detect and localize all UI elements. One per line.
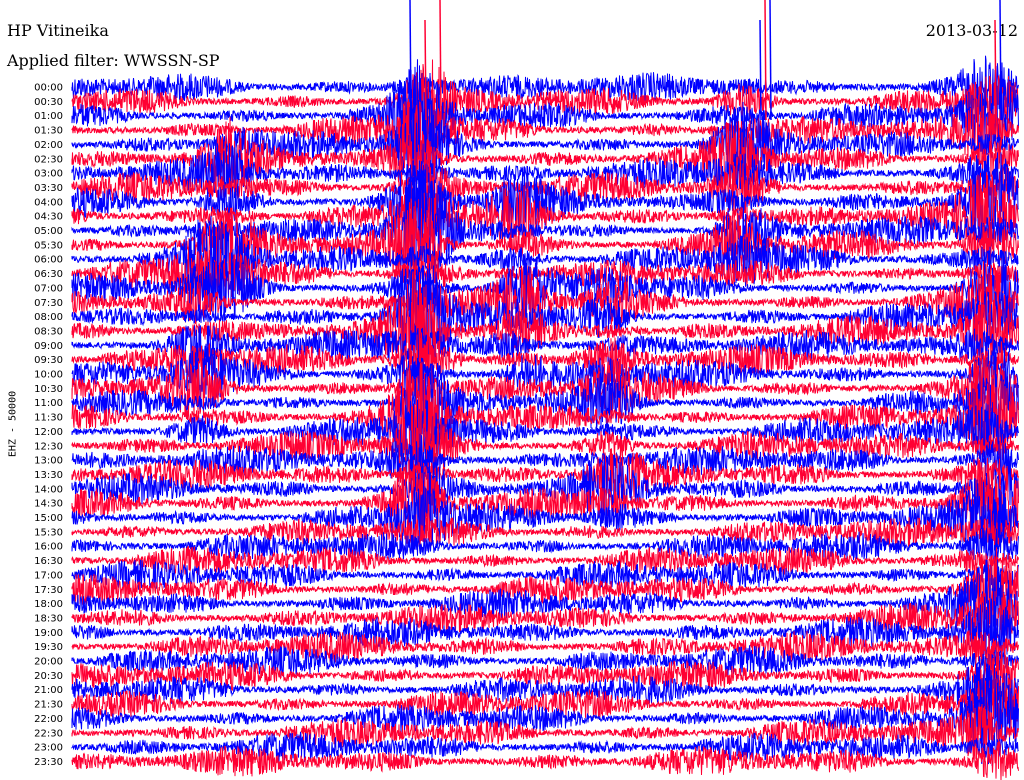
event-spike — [764, 0, 767, 121]
time-tick-label: 16:00 — [34, 542, 63, 553]
time-tick-label: 21:00 — [34, 685, 63, 696]
time-tick-label: 14:30 — [34, 499, 63, 510]
time-tick-label: 13:00 — [34, 456, 63, 467]
time-tick-labels: 00:00 00:30 01:00 01:30 02:00 02:30 03:00 03:30… — [34, 83, 63, 768]
time-tick-label: 09:30 — [34, 355, 63, 366]
time-tick-label: 15:00 — [34, 513, 63, 524]
time-tick-label: 08:30 — [34, 326, 63, 337]
time-tick-label: 23:00 — [34, 743, 63, 754]
time-tick-label: 20:30 — [34, 671, 63, 682]
time-tick-label: 17:00 — [34, 570, 63, 581]
time-tick-label: 18:30 — [34, 613, 63, 624]
time-tick-label: 09:00 — [34, 341, 63, 352]
time-tick-label: 00:00 — [34, 83, 63, 94]
time-tick-label: 07:00 — [34, 283, 63, 294]
time-tick-label: 06:00 — [34, 255, 63, 266]
time-tick-label: 01:30 — [34, 126, 63, 137]
time-tick-label: 13:30 — [34, 470, 63, 481]
time-tick-label: 23:30 — [34, 757, 63, 768]
time-tick-label: 00:30 — [34, 97, 63, 108]
time-tick-label: 19:00 — [34, 628, 63, 639]
event-spike — [424, 19, 427, 121]
time-tick-label: 11:00 — [34, 398, 63, 409]
time-tick-label: 22:30 — [34, 728, 63, 739]
time-tick-label: 07:30 — [34, 298, 63, 309]
event-spike — [994, 19, 997, 121]
time-tick-label: 02:00 — [34, 140, 63, 151]
time-tick-label: 03:00 — [34, 169, 63, 180]
seismogram-traces — [71, 0, 1019, 780]
time-tick-label: 21:30 — [34, 700, 63, 711]
time-tick-label: 10:30 — [34, 384, 63, 395]
time-tick-label: 14:00 — [34, 484, 63, 495]
time-tick-label: 05:00 — [34, 226, 63, 237]
time-tick-label: 11:30 — [34, 413, 63, 424]
time-tick-label: 18:00 — [34, 599, 63, 610]
event-spike — [999, 0, 1002, 121]
event-spike — [759, 19, 762, 121]
time-tick-label: 02:30 — [34, 154, 63, 165]
time-tick-label: 06:30 — [34, 269, 63, 280]
time-tick-label: 22:00 — [34, 714, 63, 725]
time-tick-label: 05:30 — [34, 240, 63, 251]
time-tick-label: 12:00 — [34, 427, 63, 438]
time-tick-label: 16:30 — [34, 556, 63, 567]
time-tick-label: 12:30 — [34, 441, 63, 452]
time-tick-label: 10:00 — [34, 370, 63, 381]
time-tick-label: 08:00 — [34, 312, 63, 323]
event-spike — [409, 0, 412, 121]
time-tick-label: 03:30 — [34, 183, 63, 194]
time-tick-label: 17:30 — [34, 585, 63, 596]
time-tick-label: 04:00 — [34, 197, 63, 208]
seismogram-plot: 00:00 00:30 01:00 01:30 02:00 02:30 03:00 03:30… — [34, 0, 1019, 780]
time-tick-label: 01:00 — [34, 111, 63, 122]
event-spike — [769, 0, 772, 121]
time-tick-label: 04:30 — [34, 212, 63, 223]
time-tick-label: 20:00 — [34, 657, 63, 668]
event-spike — [439, 0, 442, 121]
time-tick-label: 15:30 — [34, 527, 63, 538]
time-tick-label: 19:30 — [34, 642, 63, 653]
